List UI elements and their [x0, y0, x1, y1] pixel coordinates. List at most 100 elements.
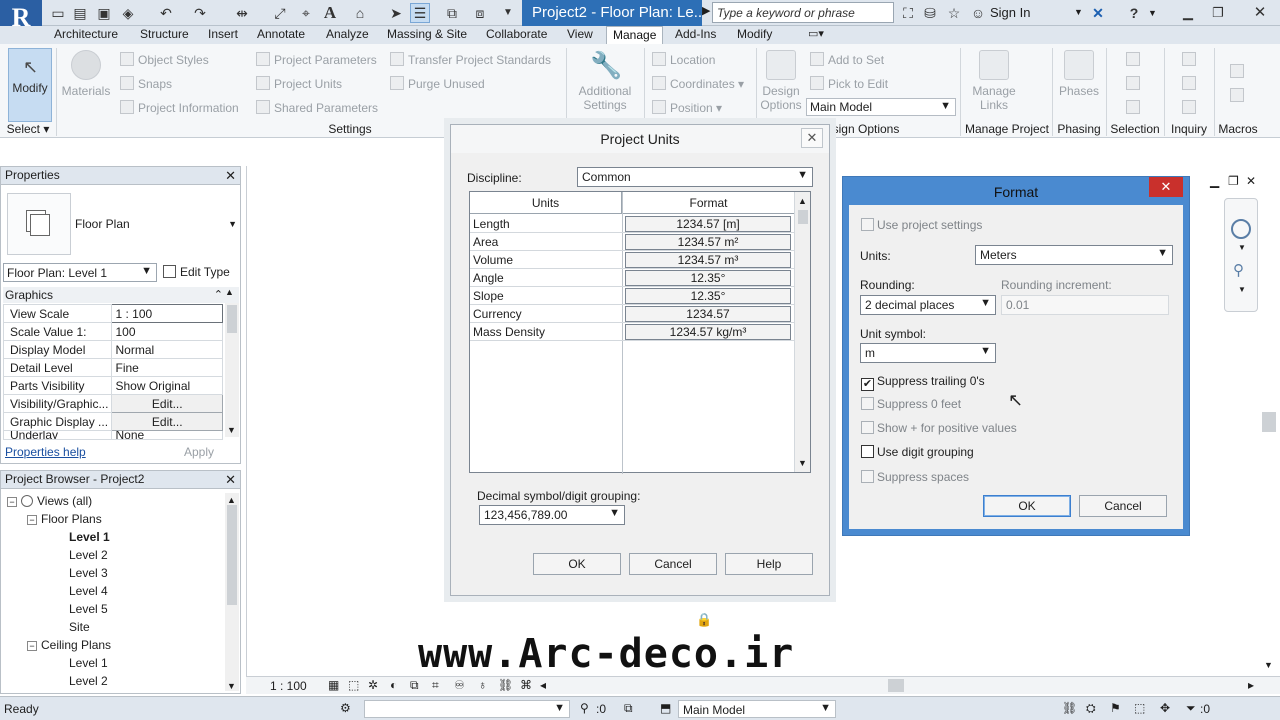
thin-lines-icon[interactable]: ☰ — [410, 3, 430, 23]
purge-unused-button[interactable]: Purge Unused — [390, 76, 485, 91]
switch-windows-icon[interactable]: ⧈ — [470, 3, 490, 23]
tree-item-floor-plans[interactable]: − Floor Plans — [27, 510, 102, 528]
rounding-increment-input[interactable]: 0.01 — [1001, 295, 1169, 315]
active-option-select[interactable]: Main Model ▼ — [678, 700, 836, 718]
units-row[interactable]: Volume 1234.57 m³ — [470, 251, 794, 269]
tag-icon[interactable]: ⌖ — [296, 3, 316, 23]
help-dropdown-icon[interactable]: ▼ — [1148, 8, 1157, 18]
tree-item-level-5[interactable]: Level 5 — [69, 600, 108, 618]
tree-item-site[interactable]: Site — [69, 618, 90, 636]
canvas-scrollbar-thumb[interactable] — [1262, 412, 1276, 432]
tab-view[interactable]: View — [567, 26, 593, 44]
design-options-status-icon[interactable]: ⧉ — [624, 701, 633, 716]
browser-scrollbar[interactable] — [225, 493, 239, 691]
units-row[interactable]: Angle 12.35° — [470, 269, 794, 287]
type-selector[interactable]: Floor Plan ▼ — [5, 191, 239, 257]
scroll-up-icon[interactable]: ▲ — [798, 196, 807, 206]
shared-parameters-button[interactable]: Shared Parameters — [256, 100, 378, 115]
tree-item-views-all[interactable]: − Views (all) — [7, 492, 92, 510]
tab-analyze[interactable]: Analyze — [326, 26, 369, 44]
scroll-left-icon[interactable]: ◂ — [540, 678, 546, 692]
editing-requests-icon[interactable]: ⚲ — [580, 701, 589, 715]
select-by-face-icon[interactable]: ⬚ — [1134, 701, 1145, 715]
decimal-grouping-select[interactable]: 123,456,789.00 ▼ — [479, 505, 625, 525]
detail-level-icon[interactable]: ▦ — [328, 678, 339, 692]
manage-links-button[interactable]: Manage Links — [966, 50, 1022, 112]
property-value-input[interactable]: 1 : 100 — [111, 304, 223, 323]
project-units-button[interactable]: Project Units — [256, 76, 342, 91]
discipline-select[interactable]: Common ▼ — [577, 167, 813, 187]
minimize-view-icon[interactable]: ▁ — [1210, 174, 1219, 188]
format-button[interactable]: 1234.57 — [625, 306, 791, 322]
units-row[interactable]: Currency 1234.57 — [470, 305, 794, 323]
tab-manage[interactable]: Manage — [606, 26, 664, 44]
tree-item-ceiling-level-2[interactable]: Level 2 — [69, 672, 108, 690]
show-plus-checkbox[interactable]: Show + for positive values — [861, 421, 1017, 435]
tab-structure[interactable]: Structure — [140, 26, 189, 44]
modify-button[interactable]: ↖ Modify — [8, 48, 52, 122]
property-value[interactable]: Normal — [111, 340, 223, 359]
reveal-hidden-icon[interactable]: ♁ — [478, 678, 487, 692]
units-row[interactable]: Mass Density 1234.57 kg/m³ — [470, 323, 794, 341]
chevron-right-icon[interactable]: ▶ — [702, 4, 710, 17]
suppress-trailing-zeros-checkbox[interactable]: ✔ Suppress trailing 0's — [861, 374, 985, 391]
edit-visibility-button[interactable]: Edit... — [111, 394, 223, 413]
aligned-dimension-icon[interactable]: ⤢ — [270, 3, 290, 23]
ids-of-selection-icon[interactable] — [1182, 52, 1200, 67]
suppress-zero-feet-checkbox[interactable]: Suppress 0 feet — [861, 397, 961, 411]
shadows-icon[interactable]: ◐ — [390, 678, 397, 692]
coordinates-button[interactable]: Coordinates ▾ — [652, 76, 744, 91]
exclude-options-icon[interactable]: ⬒ — [660, 701, 671, 715]
macro-manager-icon[interactable] — [1230, 64, 1248, 79]
add-to-set-button[interactable]: Add to Set — [810, 52, 884, 67]
design-options-button[interactable]: Design Options — [758, 50, 804, 112]
redo-icon[interactable]: ↷ — [190, 3, 210, 23]
additional-settings-button[interactable]: 🔧 Additional Settings — [572, 50, 638, 112]
help-button[interactable]: Help — [725, 553, 813, 575]
transfer-standards-button[interactable]: Transfer Project Standards — [390, 52, 551, 67]
units-row[interactable]: Length 1234.57 [m] — [470, 215, 794, 233]
scroll-up-icon[interactable]: ▲ — [225, 287, 234, 297]
worksharing-icon[interactable]: ⛓ — [498, 678, 513, 692]
selection-load-icon[interactable] — [1126, 76, 1144, 91]
subscription-icon[interactable]: ⛁ — [920, 3, 940, 23]
phases-button[interactable]: Phases — [1056, 50, 1102, 98]
collapse-icon[interactable]: ⌃ — [214, 287, 223, 303]
property-value[interactable]: Fine — [111, 358, 223, 377]
use-project-settings-checkbox[interactable]: Use project settings — [861, 218, 982, 232]
tab-annotate[interactable]: Annotate — [257, 26, 305, 44]
format-button[interactable]: 12.35° — [625, 270, 791, 286]
view-scale-button[interactable]: 1 : 100 — [270, 679, 307, 693]
select-by-id-icon[interactable] — [1182, 76, 1200, 91]
tree-item-ceiling-level-1[interactable]: Level 1 — [69, 654, 108, 672]
restore-icon[interactable]: ❐ — [1206, 4, 1230, 22]
close-view-icon[interactable]: ✕ — [1246, 174, 1256, 188]
instance-filter-select[interactable]: Floor Plan: Level 1 ▼ — [3, 263, 157, 282]
format-button[interactable]: 1234.57 m³ — [625, 252, 791, 268]
collapse-toggle-icon[interactable]: − — [27, 515, 37, 525]
worksets-icon[interactable]: ⚙ — [340, 701, 351, 715]
scroll-down-icon[interactable]: ▼ — [227, 681, 236, 691]
tab-modify[interactable]: Modify — [737, 26, 772, 44]
properties-scrollbar[interactable] — [225, 303, 239, 437]
select-panel-label[interactable]: Select ▾ — [0, 121, 56, 137]
text-icon[interactable]: A — [320, 3, 340, 23]
warnings-icon[interactable] — [1182, 100, 1200, 115]
measure-icon[interactable]: ⇹ — [232, 3, 252, 23]
sign-in-button[interactable]: Sign In — [990, 0, 1030, 26]
macro-security-icon[interactable] — [1230, 88, 1248, 103]
use-digit-grouping-checkbox[interactable]: Use digit grouping — [861, 445, 974, 459]
chevron-down-icon[interactable]: ▼ — [1238, 285, 1246, 294]
format-button[interactable]: 1234.57 m² — [625, 234, 791, 250]
rounding-select[interactable]: 2 decimal places ▼ — [860, 295, 996, 315]
format-button[interactable]: 12.35° — [625, 288, 791, 304]
tree-item-ceiling-plans[interactable]: − Ceiling Plans — [27, 636, 111, 654]
cancel-button[interactable]: Cancel — [629, 553, 717, 575]
sun-path-icon[interactable]: ✲ — [368, 678, 378, 692]
property-value[interactable]: Show Original — [111, 376, 223, 395]
horizontal-scrollbar-thumb[interactable] — [888, 679, 904, 692]
snaps-button[interactable]: Snaps — [120, 76, 172, 91]
edit-graphic-display-button[interactable]: Edit... — [111, 412, 223, 431]
visual-style-icon[interactable]: ⬚ — [348, 678, 359, 692]
star-icon[interactable]: ☆ — [944, 3, 964, 23]
